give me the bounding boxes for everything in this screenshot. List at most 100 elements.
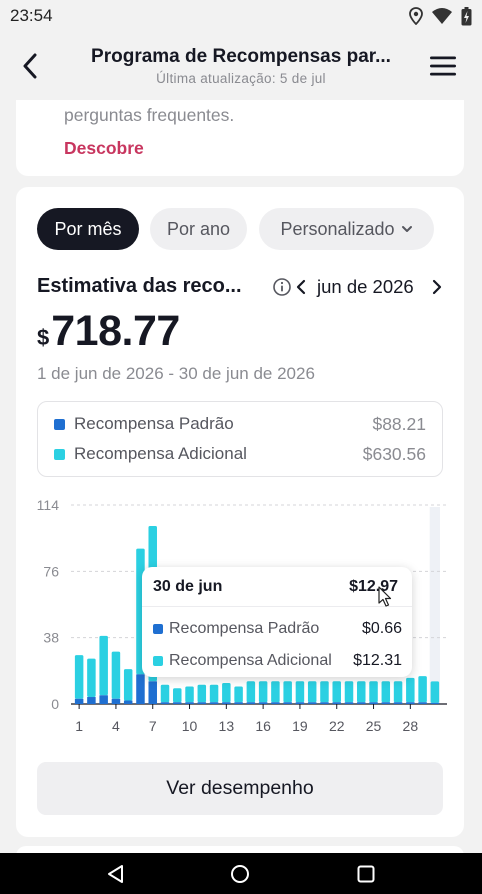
x-tick-label: 25 bbox=[366, 718, 382, 734]
chevron-left-icon bbox=[23, 53, 37, 79]
bar-recompensa-padrao bbox=[430, 702, 440, 704]
bar-recompensa-padrao bbox=[197, 702, 207, 704]
wifi-icon bbox=[432, 8, 452, 24]
bar-recompensa-adicional bbox=[320, 681, 329, 703]
selected-day-highlight bbox=[429, 507, 440, 704]
x-tick-label: 1 bbox=[75, 718, 83, 734]
x-tick-label: 13 bbox=[219, 718, 235, 734]
bar-recompensa-adicional bbox=[430, 681, 440, 703]
app-header: Programa de Recompensas par... Última at… bbox=[0, 32, 482, 100]
bar-recompensa-padrao bbox=[222, 702, 231, 704]
tooltip-swatch bbox=[153, 656, 163, 666]
bar-recompensa-padrao bbox=[332, 702, 341, 704]
bar-recompensa-adicional bbox=[123, 669, 133, 701]
view-performance-button[interactable]: Ver desempenho bbox=[37, 762, 443, 815]
x-tick-label: 16 bbox=[255, 718, 271, 734]
button-label: Ver desempenho bbox=[166, 777, 314, 799]
bar-recompensa-adicional bbox=[74, 655, 84, 699]
bar-recompensa-padrao bbox=[307, 702, 317, 704]
bar-recompensa-padrao bbox=[246, 702, 256, 704]
x-tick-label: 10 bbox=[182, 718, 198, 734]
tooltip-swatch bbox=[153, 624, 163, 634]
bar-recompensa-adicional bbox=[87, 658, 96, 698]
bar-recompensa-padrao bbox=[381, 702, 391, 704]
previous-month-button[interactable] bbox=[294, 276, 308, 298]
rewards-estimate-card: Por mês Por ano Personalizado Estimativa… bbox=[16, 187, 464, 837]
faq-text: perguntas frequentes. bbox=[64, 105, 235, 125]
bar-recompensa-padrao bbox=[320, 702, 329, 704]
tab-personalizado[interactable]: Personalizado bbox=[259, 208, 434, 250]
nav-home-icon[interactable] bbox=[229, 863, 251, 885]
chevron-down-icon bbox=[401, 226, 412, 232]
bar-recompensa-adicional bbox=[246, 681, 256, 703]
x-tick-label: 19 bbox=[292, 718, 308, 734]
back-button[interactable] bbox=[14, 48, 46, 84]
bar-recompensa-adicional bbox=[234, 686, 243, 703]
bar-recompensa-adicional bbox=[406, 677, 415, 703]
nav-recents-icon[interactable] bbox=[355, 863, 377, 885]
menu-button[interactable] bbox=[426, 51, 460, 81]
bar-recompensa-padrao bbox=[271, 702, 280, 704]
bar-recompensa-padrao bbox=[160, 702, 170, 704]
tab-label: Personalizado bbox=[280, 218, 395, 239]
y-tick-label: 76 bbox=[43, 563, 59, 579]
discover-link[interactable]: Descobre bbox=[64, 138, 144, 159]
tooltip-label: Recompensa Adicional bbox=[169, 652, 332, 669]
legend-label: Recompensa Padrão bbox=[74, 414, 234, 433]
tooltip-value: $12.31 bbox=[353, 652, 402, 669]
bar-recompensa-padrao bbox=[148, 681, 157, 704]
bar-recompensa-padrao bbox=[111, 698, 121, 704]
bar-recompensa-padrao bbox=[99, 695, 108, 704]
tooltip-header: 30 de jun $12.97 bbox=[142, 567, 412, 607]
bar-recompensa-adicional bbox=[418, 676, 427, 703]
bar-recompensa-padrao bbox=[87, 697, 96, 704]
bar-recompensa-adicional bbox=[381, 681, 391, 703]
bar-recompensa-padrao bbox=[74, 698, 84, 704]
last-updated-text: Última atualização: 5 de jul bbox=[156, 71, 326, 86]
bar-recompensa-adicional bbox=[160, 684, 170, 703]
bar-recompensa-padrao bbox=[123, 700, 133, 704]
bar-recompensa-padrao bbox=[234, 702, 243, 704]
bar-recompensa-adicional bbox=[332, 681, 341, 703]
tooltip-value: $0.66 bbox=[361, 620, 402, 637]
mouse-cursor-icon bbox=[378, 586, 392, 607]
bar-recompensa-adicional bbox=[283, 681, 292, 703]
x-tick-label: 28 bbox=[403, 718, 419, 734]
tab-por-ano[interactable]: Por ano bbox=[150, 208, 247, 250]
status-bar: 23:54 bbox=[0, 0, 482, 32]
nav-back-icon[interactable] bbox=[105, 863, 127, 885]
bar-recompensa-padrao bbox=[209, 702, 219, 704]
bar-recompensa-adicional bbox=[173, 688, 182, 703]
legend-value: $630.56 bbox=[362, 443, 426, 464]
bar-recompensa-padrao bbox=[185, 702, 194, 704]
next-month-button[interactable] bbox=[430, 276, 444, 298]
tooltip-row: Recompensa Padrão $0.66 bbox=[153, 618, 402, 640]
reward-breakdown: Recompensa Padrão $88.21 Recompensa Adic… bbox=[37, 401, 443, 477]
bar-recompensa-adicional bbox=[222, 683, 231, 703]
location-icon bbox=[409, 7, 423, 25]
x-tick-label: 22 bbox=[329, 718, 345, 734]
y-tick-label: 114 bbox=[37, 497, 60, 513]
total-amount: $ 718.77 bbox=[37, 307, 180, 356]
battery-icon bbox=[461, 6, 472, 25]
bar-recompensa-padrao bbox=[418, 702, 427, 704]
bar-recompensa-adicional bbox=[369, 681, 378, 703]
tab-label: Por ano bbox=[166, 218, 231, 239]
bar-recompensa-adicional bbox=[258, 681, 268, 703]
bar-recompensa-padrao bbox=[173, 702, 182, 704]
status-time: 23:54 bbox=[10, 6, 53, 25]
x-tick-label: 7 bbox=[149, 718, 157, 734]
bar-recompensa-adicional bbox=[197, 684, 207, 703]
tooltip-date: 30 de jun bbox=[153, 577, 223, 595]
bar-recompensa-adicional bbox=[99, 635, 108, 696]
page-title: Programa de Recompensas par... bbox=[91, 46, 391, 67]
tab-label: Por mês bbox=[54, 218, 122, 239]
bar-recompensa-adicional bbox=[209, 684, 219, 703]
info-icon[interactable] bbox=[272, 277, 292, 297]
bar-recompensa-adicional bbox=[307, 681, 317, 703]
tab-por-mes[interactable]: Por mês bbox=[37, 208, 139, 250]
month-label: jun de 2026 bbox=[317, 276, 414, 297]
hamburger-menu-icon bbox=[430, 56, 456, 76]
status-icons bbox=[409, 6, 472, 26]
legend-label: Recompensa Adicional bbox=[74, 444, 247, 463]
